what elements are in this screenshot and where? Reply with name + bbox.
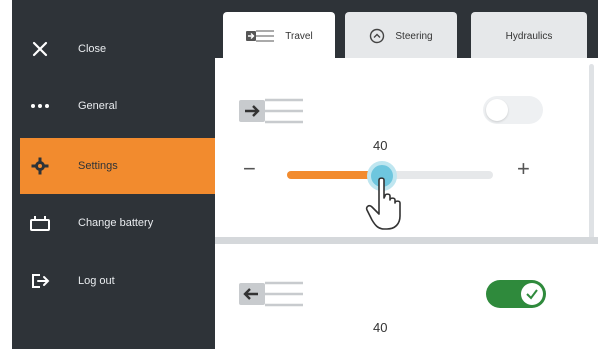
sidebar-item-label: Settings <box>78 160 118 172</box>
sidebar-item-change-battery[interactable]: Change battery <box>20 200 215 246</box>
close-icon <box>20 40 60 58</box>
tab-bar: Travel Steering Hydraulics <box>223 12 595 60</box>
tab-label: Travel <box>285 30 313 42</box>
travel-icon <box>245 29 275 43</box>
sidebar-item-log-out[interactable]: Log out <box>20 258 215 304</box>
battery-icon <box>20 215 60 231</box>
touch-hand-icon <box>365 176 407 237</box>
sidebar-item-general[interactable]: General <box>20 83 215 129</box>
tab-label: Hydraulics <box>505 30 553 42</box>
decrease-button[interactable]: − <box>243 156 256 182</box>
reverse-toggle[interactable] <box>486 280 546 308</box>
tab-steering[interactable]: Steering <box>345 12 457 60</box>
forward-toggle[interactable] <box>483 96 543 124</box>
reverse-speed-value: 40 <box>373 320 388 335</box>
logout-icon <box>20 272 60 290</box>
sidebar-item-label: Log out <box>78 275 115 287</box>
sidebar: Close General Settings Change battery Lo… <box>12 0 215 349</box>
sidebar-item-label: Close <box>78 43 107 55</box>
tab-travel[interactable]: Travel <box>223 12 335 60</box>
sidebar-item-close[interactable]: Close <box>20 26 215 72</box>
travel-settings-panel: 40 − + 40 <box>215 58 598 349</box>
steering-icon <box>369 28 385 44</box>
increase-button[interactable]: + <box>517 156 530 182</box>
tab-label: Steering <box>395 30 433 42</box>
forward-travel-icon <box>237 96 307 126</box>
dots-icon <box>20 103 60 109</box>
forward-speed-value: 40 <box>373 138 388 153</box>
sidebar-item-settings[interactable]: Settings <box>20 138 215 194</box>
sidebar-item-label: General <box>78 100 118 112</box>
reverse-travel-icon <box>237 279 307 309</box>
scrollbar[interactable] <box>589 64 594 240</box>
section-divider <box>215 237 598 244</box>
toggle-knob <box>486 99 508 121</box>
sidebar-item-label: Change battery <box>78 217 154 229</box>
toggle-knob <box>521 283 543 305</box>
tab-hydraulics[interactable]: Hydraulics <box>471 12 587 60</box>
gear-icon <box>20 157 60 175</box>
